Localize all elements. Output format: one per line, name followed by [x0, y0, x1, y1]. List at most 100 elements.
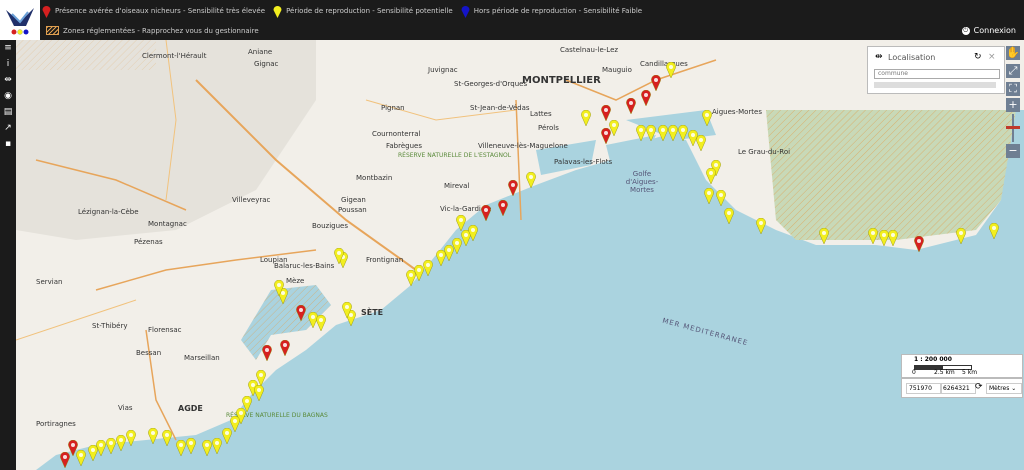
comment-icon[interactable]: ▪	[3, 139, 13, 149]
yellow-marker-icon[interactable]	[423, 259, 433, 277]
legend-label-zone: Zones réglementées - Rapprochez vous du …	[63, 26, 259, 35]
locate-panel-icon: ⇹	[875, 52, 883, 62]
red-marker-icon[interactable]	[601, 104, 611, 122]
yellow-marker-icon[interactable]	[406, 269, 416, 287]
yellow-marker-icon[interactable]	[819, 227, 829, 245]
red-marker-icon[interactable]	[262, 344, 272, 362]
sensitivity-markers	[16, 40, 1024, 470]
yellow-marker-icon[interactable]	[106, 437, 116, 455]
scale-tick-1: 2.5 km	[934, 369, 955, 376]
zoom-out-button[interactable]: −	[1006, 144, 1020, 158]
yellow-marker-icon[interactable]	[678, 124, 688, 142]
unit-select[interactable]: Mètres ⌄	[986, 383, 1022, 394]
coord-x: 751970	[906, 383, 942, 394]
login-label: Connexion	[973, 26, 1016, 35]
commune-input[interactable]: commune	[874, 69, 1000, 79]
commune-scrollbar[interactable]	[874, 82, 996, 88]
legend-label-yellow: Période de reproduction - Sensibilité po…	[286, 7, 453, 15]
yellow-marker-icon[interactable]	[186, 437, 196, 455]
yellow-marker-icon[interactable]	[202, 439, 212, 457]
app-logo[interactable]	[0, 0, 40, 40]
red-marker-icon[interactable]	[296, 304, 306, 322]
yellow-marker-icon[interactable]	[176, 439, 186, 457]
yellow-marker-icon[interactable]	[148, 427, 158, 445]
yellow-marker-icon[interactable]	[609, 119, 619, 137]
yellow-marker-icon[interactable]	[456, 214, 466, 232]
close-icon[interactable]: ×	[988, 52, 996, 62]
localisation-title: Localisation	[888, 53, 936, 62]
yellow-marker-icon[interactable]	[254, 384, 264, 402]
yellow-marker-icon[interactable]	[316, 314, 326, 332]
red-marker-icon[interactable]	[508, 179, 518, 197]
yellow-marker-icon[interactable]	[334, 247, 344, 265]
login-button[interactable]: ⏻ Connexion	[961, 26, 1016, 35]
print-icon[interactable]: ▤	[3, 107, 13, 117]
red-marker-icon[interactable]	[60, 451, 70, 469]
yellow-marker-icon[interactable]	[696, 134, 706, 152]
legend-item-red: Présence avérée d'oiseaux nicheurs - Sen…	[42, 5, 265, 18]
red-marker-icon[interactable]	[481, 204, 491, 222]
yellow-marker-icon[interactable]	[342, 301, 352, 319]
yellow-marker-icon[interactable]	[468, 224, 478, 242]
red-marker-icon[interactable]	[641, 89, 651, 107]
coord-y: 6264321	[940, 383, 976, 394]
fullscreen-icon[interactable]: ⛶	[1006, 82, 1020, 96]
yellow-marker-icon[interactable]	[162, 429, 172, 447]
red-marker-icon[interactable]	[914, 235, 924, 253]
unit-label: Mètres	[989, 385, 1010, 392]
layers-icon[interactable]: ≡	[3, 43, 13, 53]
yellow-marker-icon[interactable]	[658, 124, 668, 142]
yellow-marker-icon[interactable]	[956, 227, 966, 245]
map-view[interactable]: MONTPELLIER SÈTE AGDE Golfe d'Aigues-Mor…	[16, 40, 1024, 470]
yellow-marker-icon[interactable]	[868, 227, 878, 245]
pan-icon[interactable]: ✋	[1006, 46, 1020, 60]
yellow-marker-icon[interactable]	[989, 222, 999, 240]
info-icon[interactable]: i	[3, 59, 13, 69]
yellow-marker-icon[interactable]	[212, 437, 222, 455]
coordinate-panel: 751970 6264321 ⟳ Mètres ⌄	[901, 378, 1023, 398]
yellow-marker-icon[interactable]	[888, 229, 898, 247]
share-icon[interactable]: ↗	[3, 123, 13, 133]
locate-tool-icon[interactable]: ⇹	[3, 75, 13, 85]
hatched-zone-icon	[46, 26, 59, 35]
yellow-marker-icon[interactable]	[126, 429, 136, 447]
top-bar: Présence avérée d'oiseaux nicheurs - Sen…	[0, 0, 1024, 40]
yellow-marker-icon[interactable]	[116, 434, 126, 452]
yellow-marker-icon[interactable]	[706, 167, 716, 185]
yellow-marker-icon[interactable]	[666, 61, 676, 79]
yellow-marker-icon[interactable]	[256, 369, 266, 387]
yellow-pin-icon	[273, 5, 282, 18]
refresh-icon[interactable]: ↻	[974, 52, 982, 62]
yellow-marker-icon[interactable]	[668, 124, 678, 142]
target-icon[interactable]: ◉	[3, 91, 13, 101]
scale-ratio: 1 : 200 000	[914, 356, 952, 363]
swap-icon[interactable]: ⟳	[975, 382, 983, 392]
yellow-marker-icon[interactable]	[76, 449, 86, 467]
yellow-marker-icon[interactable]	[88, 444, 98, 462]
legend-item-yellow: Période de reproduction - Sensibilité po…	[273, 5, 453, 18]
yellow-marker-icon[interactable]	[274, 279, 284, 297]
yellow-marker-icon[interactable]	[756, 217, 766, 235]
yellow-marker-icon[interactable]	[646, 124, 656, 142]
red-marker-icon[interactable]	[498, 199, 508, 217]
power-icon: ⏻	[961, 26, 970, 35]
yellow-marker-icon[interactable]	[704, 187, 714, 205]
scale-tick-0: 0	[912, 369, 916, 376]
yellow-marker-icon[interactable]	[222, 427, 232, 445]
localisation-panel: ⇹ Localisation ↻ × commune	[867, 46, 1005, 94]
legend-item-zone: Zones réglementées - Rapprochez vous du …	[46, 26, 259, 35]
red-marker-icon[interactable]	[651, 74, 661, 92]
zoom-slider-handle[interactable]	[1006, 126, 1020, 129]
red-marker-icon[interactable]	[280, 339, 290, 357]
yellow-marker-icon[interactable]	[724, 207, 734, 225]
yellow-marker-icon[interactable]	[581, 109, 591, 127]
red-marker-icon[interactable]	[626, 97, 636, 115]
yellow-marker-icon[interactable]	[636, 124, 646, 142]
zoom-in-button[interactable]: +	[1006, 98, 1020, 112]
yellow-marker-icon[interactable]	[526, 171, 536, 189]
yellow-marker-icon[interactable]	[716, 189, 726, 207]
zoom-extent-icon[interactable]: ⤢	[1006, 64, 1020, 78]
blue-pin-icon	[461, 5, 470, 18]
scale-panel: 1 : 200 000 0 2.5 km 5 km	[901, 354, 1023, 378]
yellow-marker-icon[interactable]	[702, 109, 712, 127]
